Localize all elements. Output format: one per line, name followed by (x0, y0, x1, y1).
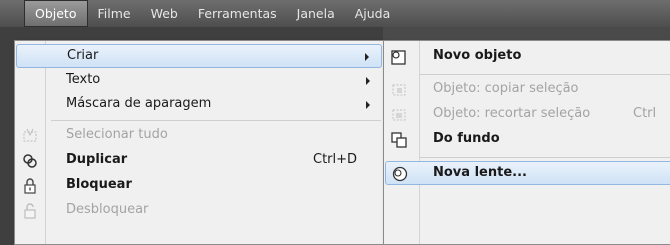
menu-item-criar[interactable]: Criar (16, 44, 382, 68)
menu-item-label: Bloquear (66, 177, 132, 192)
menu-item-duplicar[interactable]: Duplicar Ctrl+D (16, 149, 382, 173)
menu-item-label: Máscara de aparagem (66, 96, 212, 111)
menu-item-bloquear[interactable]: Bloquear (16, 174, 382, 198)
copy-selection-icon (392, 84, 406, 96)
menu-separator (420, 157, 670, 158)
menu-item-label: Texto (66, 72, 101, 87)
lock-icon (24, 178, 36, 194)
submenu-arrow-icon (366, 77, 370, 85)
select-all-icon (23, 128, 37, 142)
menu-item-do-fundo[interactable]: Do fundo (385, 128, 670, 152)
menu-item-label: Selecionar tudo (66, 127, 168, 142)
objeto-menu: Criar Texto Máscara de aparagem Selecion… (14, 40, 384, 245)
menu-item-novo-objeto[interactable]: Novo objeto (385, 45, 670, 69)
menu-item-label: Objeto: copiar seleção (433, 81, 579, 96)
menu-item-nova-lente[interactable]: Nova lente... (385, 161, 670, 185)
menu-item-mascara-de-aparagem[interactable]: Máscara de aparagem (16, 93, 382, 117)
menubar-janela[interactable]: Janela (287, 0, 345, 27)
menubar-filme[interactable]: Filme (88, 0, 141, 27)
menu-item-objeto-copiar-selecao[interactable]: Objeto: copiar seleção (385, 78, 670, 102)
new-object-icon (391, 50, 406, 65)
menubar-objeto[interactable]: Objeto (24, 0, 88, 27)
menu-item-label: Duplicar (66, 152, 128, 167)
menu-item-label: Desbloquear (66, 202, 149, 217)
duplicate-icon (23, 154, 37, 168)
menu-item-selecionar-tudo[interactable]: Selecionar tudo (16, 124, 382, 148)
menu-item-label: Criar (67, 48, 99, 63)
new-lens-icon (392, 166, 408, 182)
menu-item-label: Novo objeto (433, 48, 522, 63)
menu-item-label: Objeto: recortar seleção (433, 106, 591, 121)
menu-separator (420, 74, 670, 75)
criar-submenu: Novo objeto Objeto: copiar seleção Objet… (383, 40, 670, 245)
menu-item-shortcut: Ctrl+D (313, 152, 358, 167)
cut-selection-icon (392, 109, 406, 121)
menubar-web[interactable]: Web (141, 0, 188, 27)
menu-item-texto[interactable]: Texto (16, 69, 382, 93)
menu-item-shortcut: Ctrl (633, 106, 657, 121)
menu-bar: Objeto Filme Web Ferramentas Janela Ajud… (0, 0, 670, 27)
menu-item-label: Nova lente... (433, 165, 527, 180)
menu-item-desbloquear[interactable]: Desbloquear (16, 199, 382, 223)
unlock-icon (24, 203, 36, 219)
from-background-icon (391, 132, 407, 148)
submenu-arrow-icon (366, 101, 370, 109)
menu-separator (51, 120, 381, 121)
menubar-ajuda[interactable]: Ajuda (345, 0, 401, 27)
submenu-arrow-icon (365, 53, 369, 61)
menu-item-objeto-recortar-selecao[interactable]: Objeto: recortar seleção Ctrl (385, 103, 670, 127)
menubar-ferramentas[interactable]: Ferramentas (188, 0, 287, 27)
menu-item-label: Do fundo (433, 131, 500, 146)
